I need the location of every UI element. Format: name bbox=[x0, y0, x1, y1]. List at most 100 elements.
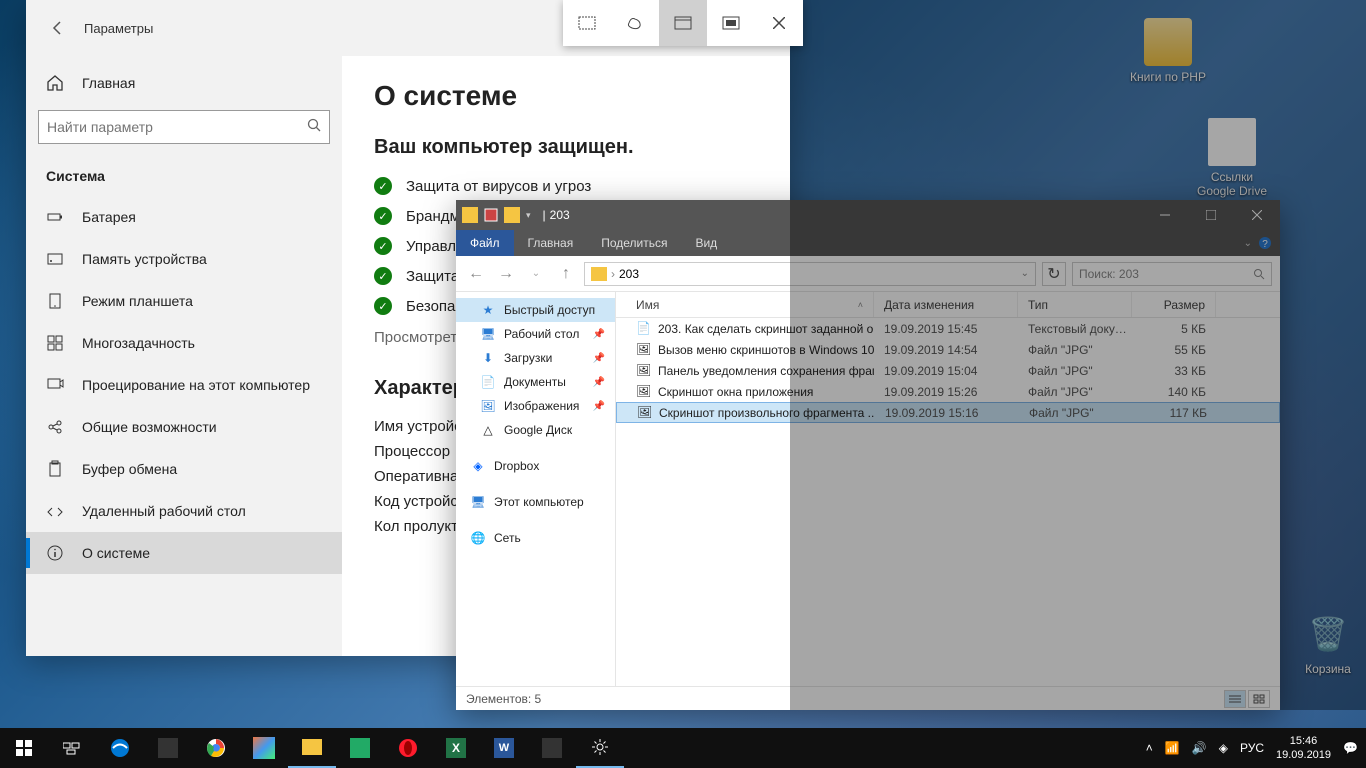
network-icon: 🌐 bbox=[470, 530, 486, 546]
sidebar-item-remote[interactable]: Удаленный рабочий стол bbox=[26, 490, 342, 532]
taskbar-chrome[interactable] bbox=[192, 728, 240, 768]
ribbon-tab-home[interactable]: Главная bbox=[514, 230, 588, 256]
view-icons-button[interactable] bbox=[1248, 690, 1270, 708]
nav-forward-button[interactable]: → bbox=[494, 262, 518, 286]
sidebar-item-storage[interactable]: Память устройства bbox=[26, 238, 342, 280]
tray-wifi-icon[interactable]: 📶 bbox=[1165, 741, 1180, 755]
sidebar-item-shared[interactable]: Общие возможности bbox=[26, 406, 342, 448]
desktop-icon-books[interactable]: Книги по PHP bbox=[1130, 18, 1206, 84]
quick-access-toolbar: ▾ bbox=[456, 207, 537, 223]
sidebar-item-tablet[interactable]: Режим планшета bbox=[26, 280, 342, 322]
address-dropdown-icon[interactable]: ⌄ bbox=[1021, 268, 1029, 279]
taskbar-paint[interactable] bbox=[240, 728, 288, 768]
sidebar-item-clipboard[interactable]: Буфер обмена bbox=[26, 448, 342, 490]
taskbar-excel[interactable]: X bbox=[432, 728, 480, 768]
taskbar-word[interactable]: W bbox=[480, 728, 528, 768]
explorer-files: Имя˄ Дата изменения Тип Размер 📄203. Как… bbox=[616, 292, 1280, 686]
col-type[interactable]: Тип bbox=[1018, 292, 1132, 317]
snip-freeform-button[interactable] bbox=[611, 0, 659, 46]
clipboard-icon bbox=[46, 460, 64, 478]
ribbon-tab-view[interactable]: Вид bbox=[681, 230, 731, 256]
taskbar-app1[interactable] bbox=[144, 728, 192, 768]
tree-this-pc[interactable]: 🖥Этот компьютер bbox=[456, 490, 615, 514]
tray-clock[interactable]: 15:46 19.09.2019 bbox=[1276, 734, 1331, 762]
tray-overflow-icon[interactable]: ˄ bbox=[1146, 741, 1153, 755]
taskbar-explorer[interactable] bbox=[288, 728, 336, 768]
status-count: Элементов: 5 bbox=[466, 692, 541, 706]
file-icon: 🖼 bbox=[636, 384, 652, 400]
close-button[interactable] bbox=[1234, 200, 1280, 230]
ribbon-tab-share[interactable]: Поделиться bbox=[587, 230, 681, 256]
project-icon bbox=[46, 376, 64, 394]
file-row[interactable]: 🖼Скриншот произвольного фрагмента ...19.… bbox=[616, 402, 1280, 423]
taskbar-app2[interactable] bbox=[336, 728, 384, 768]
tree-quick-access[interactable]: ★Быстрый доступ bbox=[456, 298, 615, 322]
qat-dropdown-icon[interactable]: ▾ bbox=[526, 210, 531, 221]
taskbar-app3[interactable] bbox=[528, 728, 576, 768]
properties-icon[interactable] bbox=[484, 208, 498, 222]
address-bar[interactable]: › 203 ⌄ bbox=[584, 262, 1036, 286]
desktop-icon-gdrive-links[interactable]: Ссылки Google Drive bbox=[1194, 118, 1270, 198]
minimize-button[interactable] bbox=[1142, 200, 1188, 230]
tray-notifications-icon[interactable]: 💬 bbox=[1343, 741, 1358, 755]
file-row[interactable]: 🖼Вызов меню скриншотов в Windows 1019.09… bbox=[616, 339, 1280, 360]
ribbon-tab-file[interactable]: Файл bbox=[456, 230, 514, 256]
task-view-button[interactable] bbox=[48, 728, 96, 768]
file-icon: 📄 bbox=[636, 321, 652, 337]
refresh-button[interactable]: ↻ bbox=[1042, 262, 1066, 286]
settings-search[interactable] bbox=[38, 110, 330, 144]
col-size[interactable]: Размер bbox=[1132, 292, 1216, 317]
tree-desktop[interactable]: 🖥Рабочий стол📌 bbox=[456, 322, 615, 346]
snip-rect-button[interactable] bbox=[563, 0, 611, 46]
sidebar-item-about[interactable]: О системе bbox=[26, 532, 342, 574]
start-button[interactable] bbox=[0, 728, 48, 768]
sidebar-item-multitask[interactable]: Многозадачность bbox=[26, 322, 342, 364]
nav-back-button[interactable]: ← bbox=[464, 262, 488, 286]
file-row[interactable]: 🖼Панель уведомления сохранения фраг...19… bbox=[616, 360, 1280, 381]
file-row[interactable]: 📄203. Как сделать скриншот заданной о...… bbox=[616, 318, 1280, 339]
folder-icon bbox=[462, 207, 478, 223]
sidebar-item-battery[interactable]: Батарея bbox=[26, 196, 342, 238]
breadcrumb-current[interactable]: 203 bbox=[619, 267, 639, 281]
taskbar-settings[interactable] bbox=[576, 728, 624, 768]
taskbar-edge[interactable] bbox=[96, 728, 144, 768]
tree-downloads[interactable]: ⬇Загрузки📌 bbox=[456, 346, 615, 370]
explorer-search[interactable]: Поиск: 203 bbox=[1072, 262, 1272, 286]
nav-up-button[interactable]: ↑ bbox=[554, 262, 578, 286]
settings-search-input[interactable] bbox=[47, 119, 307, 135]
explorer-statusbar: Элементов: 5 bbox=[456, 686, 1280, 710]
help-icon[interactable]: ? bbox=[1258, 236, 1272, 250]
col-date[interactable]: Дата изменения bbox=[874, 292, 1018, 317]
snip-fullscreen-button[interactable] bbox=[707, 0, 755, 46]
col-name[interactable]: Имя˄ bbox=[616, 292, 874, 317]
tree-dropbox[interactable]: ◈Dropbox bbox=[456, 454, 615, 478]
maximize-button[interactable] bbox=[1188, 200, 1234, 230]
sidebar-item-project[interactable]: Проецирование на этот компьютер bbox=[26, 364, 342, 406]
file-icon: 🖼 bbox=[636, 363, 652, 379]
sort-indicator-icon: ˄ bbox=[858, 300, 863, 310]
tray-language[interactable]: РУС bbox=[1240, 741, 1264, 755]
taskbar-opera[interactable] bbox=[384, 728, 432, 768]
check-icon: ✓ bbox=[374, 177, 392, 195]
desktop-icon-recycle-bin[interactable]: 🗑️ Корзина bbox=[1290, 610, 1366, 676]
file-row[interactable]: 🖼Скриншот окна приложения19.09.2019 15:2… bbox=[616, 381, 1280, 402]
snip-window-button[interactable] bbox=[659, 0, 707, 46]
view-details-button[interactable] bbox=[1224, 690, 1246, 708]
tree-pictures[interactable]: 🖼Изображения📌 bbox=[456, 394, 615, 418]
about-heading: О системе bbox=[374, 80, 758, 112]
folder-icon bbox=[591, 267, 607, 281]
tray-dropbox-icon[interactable]: ◈ bbox=[1219, 741, 1228, 755]
file-header: Имя˄ Дата изменения Тип Размер bbox=[616, 292, 1280, 318]
explorer-tree: ★Быстрый доступ 🖥Рабочий стол📌 ⬇Загрузки… bbox=[456, 292, 616, 686]
tree-documents[interactable]: 📄Документы📌 bbox=[456, 370, 615, 394]
back-button[interactable] bbox=[42, 12, 74, 44]
sidebar-home[interactable]: Главная bbox=[26, 64, 342, 102]
ribbon-expand-icon[interactable]: ⌄ bbox=[1244, 238, 1252, 249]
snip-close-button[interactable] bbox=[755, 0, 803, 46]
tree-network[interactable]: 🌐Сеть bbox=[456, 526, 615, 550]
tray-volume-icon[interactable]: 🔊 bbox=[1192, 741, 1207, 755]
explorer-titlebar[interactable]: ▾ |203 bbox=[456, 200, 1280, 230]
nav-recent-dropdown[interactable]: ⌄ bbox=[524, 262, 548, 286]
tree-gdrive[interactable]: △Google Диск bbox=[456, 418, 615, 442]
sidebar-section-system: Система bbox=[26, 160, 342, 196]
